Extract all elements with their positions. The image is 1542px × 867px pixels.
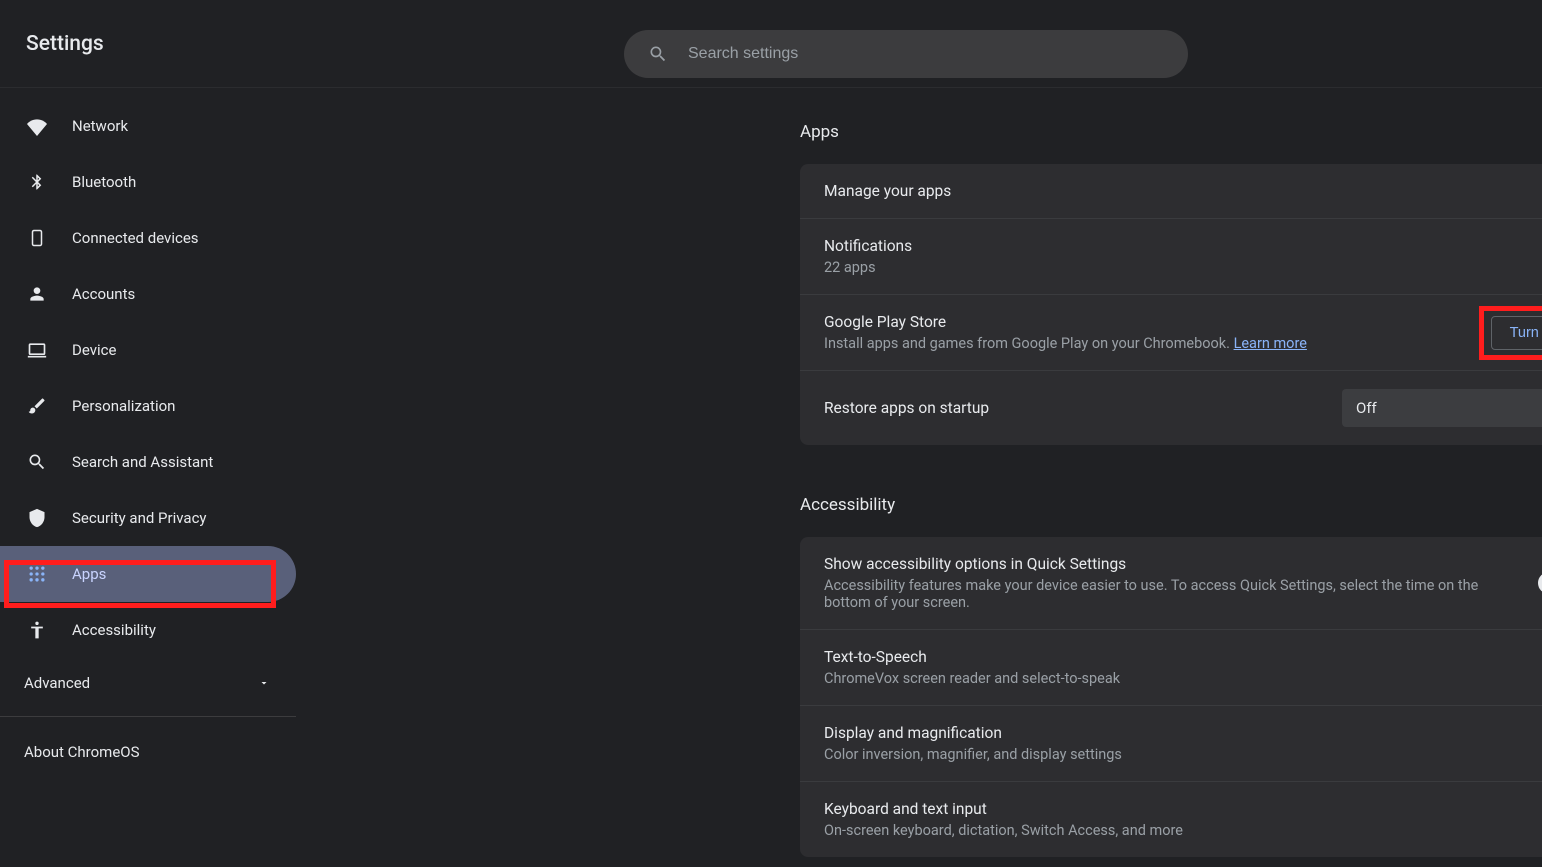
sidebar-item-accessibility[interactable]: Accessibility <box>0 602 296 658</box>
wifi-icon <box>26 115 48 137</box>
row-subtitle: On-screen keyboard, dictation, Switch Ac… <box>824 822 1542 839</box>
select-value: Off <box>1356 399 1377 417</box>
topbar: Settings <box>0 0 1542 88</box>
sidebar-item-label: Connected devices <box>72 229 199 247</box>
row-title: Keyboard and text input <box>824 800 1542 818</box>
chevron-down-icon <box>258 677 270 689</box>
apps-card: Manage your apps Notifications 22 apps G… <box>800 164 1542 445</box>
row-display-magnification[interactable]: Display and magnification Color inversio… <box>800 706 1542 782</box>
row-google-play-store: Google Play Store Install apps and games… <box>800 295 1542 371</box>
row-subtitle: Install apps and games from Google Play … <box>824 335 1477 352</box>
sidebar-item-network[interactable]: Network <box>0 98 296 154</box>
bluetooth-icon <box>26 171 48 193</box>
row-keyboard-text-input[interactable]: Keyboard and text input On-screen keyboa… <box>800 782 1542 857</box>
phone-icon <box>26 227 48 249</box>
sidebar-item-label: Accessibility <box>72 621 156 639</box>
turn-on-button[interactable]: Turn on <box>1491 316 1542 350</box>
row-manage-apps[interactable]: Manage your apps <box>800 164 1542 219</box>
play-sub-text: Install apps and games from Google Play … <box>824 335 1234 352</box>
brush-icon <box>26 395 48 417</box>
row-title: Text-to-Speech <box>824 648 1542 666</box>
apps-grid-icon <box>26 563 48 585</box>
sidebar-item-accounts[interactable]: Accounts <box>0 266 296 322</box>
person-icon <box>26 283 48 305</box>
section-title-accessibility: Accessibility <box>800 495 1542 515</box>
page-title: Settings <box>26 32 104 56</box>
row-title: Show accessibility options in Quick Sett… <box>824 555 1526 573</box>
row-title: Manage your apps <box>824 182 1542 200</box>
sidebar-item-label: Bluetooth <box>72 173 136 191</box>
sidebar-about-chromeos[interactable]: About ChromeOS <box>0 725 296 761</box>
sidebar-item-label: Device <box>72 341 116 359</box>
sidebar-item-personalization[interactable]: Personalization <box>0 378 296 434</box>
search-input[interactable] <box>688 45 1164 63</box>
row-notifications[interactable]: Notifications 22 apps <box>800 219 1542 295</box>
row-title: Google Play Store <box>824 313 1477 331</box>
sidebar-item-label: Network <box>72 117 128 135</box>
row-title: Display and magnification <box>824 724 1542 742</box>
about-label: About ChromeOS <box>24 743 140 761</box>
section-title-apps: Apps <box>800 122 1542 142</box>
row-subtitle: Accessibility features make your device … <box>824 577 1526 611</box>
row-title: Notifications <box>824 237 1542 255</box>
row-title: Restore apps on startup <box>824 399 1328 417</box>
sidebar-item-label: Search and Assistant <box>72 453 213 471</box>
search-icon <box>648 44 668 64</box>
laptop-icon <box>26 339 48 361</box>
shield-icon <box>26 507 48 529</box>
advanced-label: Advanced <box>24 674 90 692</box>
sidebar-item-security[interactable]: Security and Privacy <box>0 490 296 546</box>
sidebar: Network Bluetooth Connected devices Acco… <box>0 88 296 867</box>
sidebar-separator <box>0 716 296 717</box>
accessibility-icon <box>26 619 48 641</box>
row-restore-apps: Restore apps on startup Off <box>800 371 1542 445</box>
main-content: Apps Manage your apps Notifications 22 a… <box>296 88 1542 867</box>
accessibility-card: Show accessibility options in Quick Sett… <box>800 537 1542 857</box>
search-field[interactable] <box>624 30 1188 78</box>
restore-apps-select[interactable]: Off <box>1342 389 1542 427</box>
sidebar-item-bluetooth[interactable]: Bluetooth <box>0 154 296 210</box>
sidebar-item-apps[interactable]: Apps <box>0 546 296 602</box>
row-subtitle: Color inversion, magnifier, and display … <box>824 746 1542 763</box>
learn-more-link[interactable]: Learn more <box>1234 335 1307 352</box>
sidebar-item-device[interactable]: Device <box>0 322 296 378</box>
sidebar-item-search-assistant[interactable]: Search and Assistant <box>0 434 296 490</box>
sidebar-item-label: Accounts <box>72 285 135 303</box>
row-text-to-speech[interactable]: Text-to-Speech ChromeVox screen reader a… <box>800 630 1542 706</box>
sidebar-item-label: Personalization <box>72 397 175 415</box>
row-show-accessibility-quick: Show accessibility options in Quick Sett… <box>800 537 1542 630</box>
sidebar-item-connected-devices[interactable]: Connected devices <box>0 210 296 266</box>
sidebar-item-label: Apps <box>72 565 106 583</box>
row-subtitle: 22 apps <box>824 259 1542 276</box>
sidebar-advanced-toggle[interactable]: Advanced <box>0 658 296 708</box>
row-subtitle: ChromeVox screen reader and select-to-sp… <box>824 670 1542 687</box>
search-icon <box>26 451 48 473</box>
sidebar-item-label: Security and Privacy <box>72 509 207 527</box>
